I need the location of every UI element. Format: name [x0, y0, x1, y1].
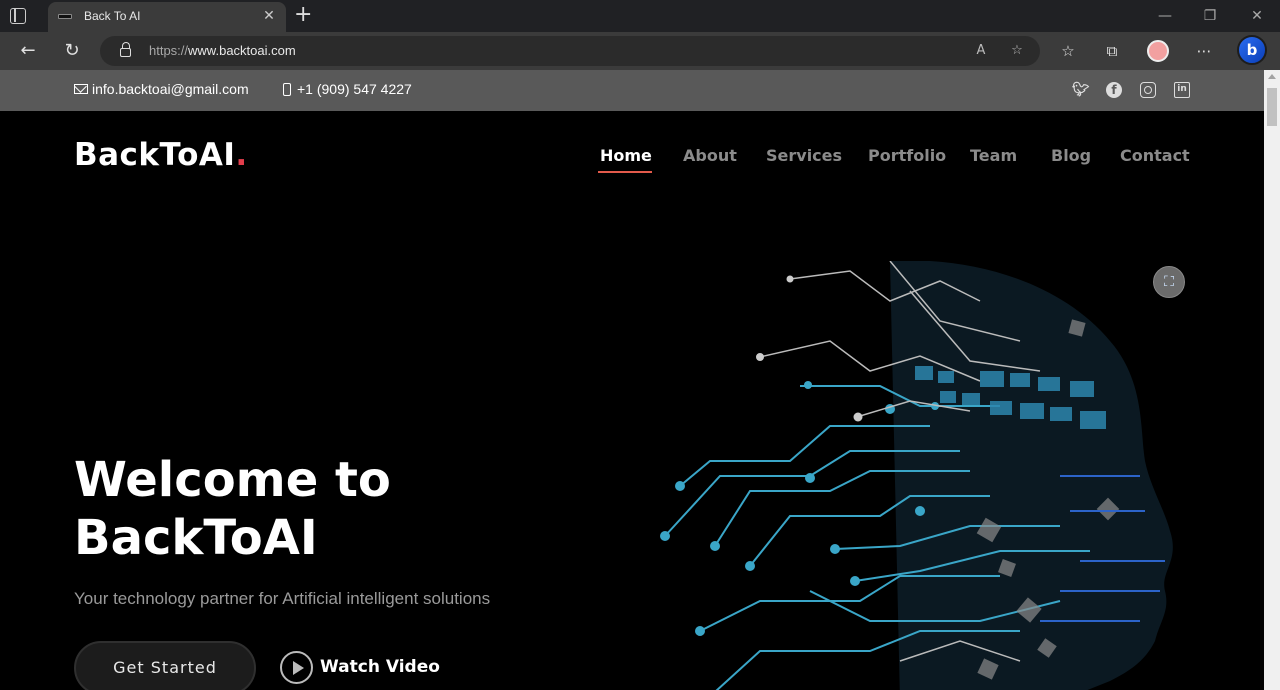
favicon-icon — [58, 14, 72, 19]
scroll-up-icon[interactable] — [1268, 74, 1276, 79]
back-icon[interactable]: ← — [17, 40, 39, 62]
address-bar[interactable]: https://www.backtoai.com A ☆ — [100, 36, 1040, 66]
read-aloud-icon[interactable]: A — [972, 42, 990, 60]
nav-blog[interactable]: Blog — [1051, 146, 1091, 165]
more-icon[interactable]: ⋯ — [1194, 41, 1214, 61]
refresh-icon[interactable]: ↻ — [61, 40, 83, 62]
new-tab-button[interactable]: + — [294, 4, 312, 26]
visual-search-icon[interactable]: ⛶ — [1153, 266, 1185, 298]
nav-home[interactable]: Home — [600, 146, 652, 165]
instagram-icon[interactable] — [1140, 82, 1156, 98]
contact-bar: info.backtoai@gmail.com +1 (909) 547 422… — [0, 70, 1264, 111]
hero-title: Welcome to BackToAI — [74, 451, 391, 567]
close-tab-icon[interactable]: ✕ — [260, 7, 278, 25]
hero-subtitle: Your technology partner for Artificial i… — [74, 589, 491, 608]
page-scrollbar[interactable] — [1264, 70, 1280, 690]
lock-icon — [120, 42, 131, 57]
hero-title-line1: Welcome to — [74, 452, 391, 508]
close-window-icon[interactable]: ✕ — [1247, 6, 1267, 26]
email-link[interactable]: info.backtoai@gmail.com — [74, 81, 249, 97]
nav-portfolio[interactable]: Portfolio — [868, 146, 946, 165]
restore-icon[interactable]: ❐ — [1200, 6, 1220, 26]
play-icon — [280, 651, 313, 684]
site-header: BackToAI. Home About Services Portfolio … — [0, 111, 1264, 201]
browser-tab[interactable]: Back To AI ✕ — [48, 2, 286, 32]
nav-contact[interactable]: Contact — [1120, 146, 1190, 165]
collections-icon[interactable]: ⧉ — [1102, 41, 1122, 61]
active-nav-indicator — [598, 171, 652, 173]
profile-avatar[interactable] — [1147, 40, 1169, 62]
watch-video-label: Watch Video — [320, 657, 440, 677]
phone-icon — [283, 83, 291, 96]
ai-head-illustration — [660, 261, 1173, 690]
minimize-icon[interactable]: — — [1155, 6, 1175, 26]
favorites-icon[interactable]: ☆ — [1058, 41, 1078, 61]
browser-titlebar: Back To AI ✕ + — ❐ ✕ — [0, 0, 1280, 32]
nav-team[interactable]: Team — [970, 146, 1017, 165]
facebook-icon[interactable]: f — [1106, 82, 1122, 98]
hero-title-line2: BackToAI — [74, 510, 318, 566]
bing-chat-icon[interactable]: b — [1237, 35, 1267, 65]
url-text[interactable]: https://www.backtoai.com — [149, 43, 296, 58]
mail-icon — [74, 84, 88, 94]
add-favorite-icon[interactable]: ☆ — [1008, 42, 1026, 60]
twitter-icon[interactable]: 🐦︎ — [1072, 82, 1090, 98]
scroll-thumb[interactable] — [1267, 88, 1277, 126]
get-started-button[interactable]: Get Started — [74, 641, 256, 690]
hero-section: Welcome to BackToAI Your technology part… — [0, 201, 1264, 690]
nav-about[interactable]: About — [683, 146, 737, 165]
browser-toolbar: ← ↻ https://www.backtoai.com A ☆ ☆ ⧉ ⋯ — [0, 32, 1280, 70]
linkedin-icon[interactable]: in — [1174, 82, 1190, 98]
nav-services[interactable]: Services — [766, 146, 842, 165]
tab-title: Back To AI — [84, 9, 141, 23]
site-logo[interactable]: BackToAI. — [74, 137, 248, 173]
tab-actions-icon[interactable] — [10, 8, 26, 24]
phone-link[interactable]: +1 (909) 547 4227 — [283, 81, 412, 97]
